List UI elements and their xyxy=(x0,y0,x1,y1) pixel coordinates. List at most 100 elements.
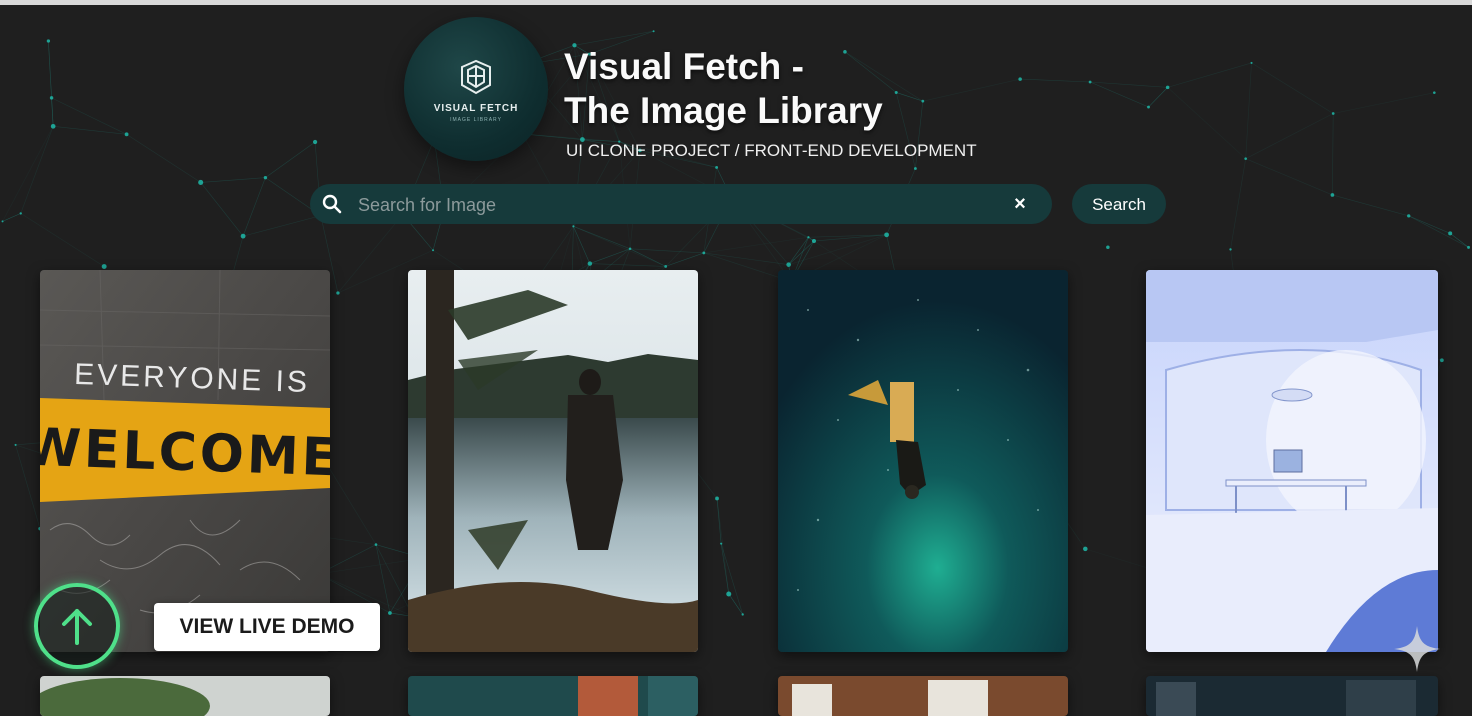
brick-building-image xyxy=(778,676,1068,716)
network-node xyxy=(263,175,268,180)
network-node xyxy=(664,264,668,268)
network-node xyxy=(1330,193,1335,197)
network-node xyxy=(884,232,889,238)
network-line xyxy=(51,97,127,135)
network-node xyxy=(50,123,56,129)
network-node xyxy=(1433,91,1436,94)
network-node xyxy=(921,99,925,103)
page-title-line-2: The Image Library xyxy=(564,90,883,131)
teal-street-image xyxy=(408,676,698,716)
network-node xyxy=(913,167,917,170)
network-line xyxy=(1167,87,1246,159)
scroll-top-button[interactable] xyxy=(34,583,120,669)
network-line xyxy=(53,126,127,135)
network-line xyxy=(20,126,54,214)
network-node xyxy=(1331,112,1335,115)
network-line xyxy=(200,177,266,183)
underwater-diver-image xyxy=(778,270,1068,652)
network-node xyxy=(1018,77,1022,81)
network-line xyxy=(126,134,201,183)
network-node xyxy=(807,236,810,239)
network-line xyxy=(1020,78,1091,83)
network-line xyxy=(15,444,41,529)
page-subtitle: UI CLONE PROJECT / FRONT-END DEVELOPMENT xyxy=(566,141,977,160)
network-line xyxy=(896,92,923,102)
network-line xyxy=(51,97,54,127)
network-line xyxy=(788,237,809,265)
network-line xyxy=(200,182,244,237)
futuristic-room-image xyxy=(1146,270,1438,652)
network-node xyxy=(843,50,847,54)
sparkle-icon xyxy=(1394,626,1440,672)
network-line xyxy=(716,498,730,595)
network-line xyxy=(728,593,743,615)
network-line xyxy=(1245,62,1252,159)
network-node xyxy=(124,132,129,137)
image-card-street-partial[interactable] xyxy=(408,676,698,716)
network-line xyxy=(1333,92,1435,114)
search-icon xyxy=(322,194,342,214)
logo-subtext: IMAGE LIBRARY xyxy=(450,117,502,123)
network-line xyxy=(574,30,654,46)
network-line xyxy=(1245,113,1334,159)
network-line xyxy=(589,263,666,267)
network-node xyxy=(720,542,723,545)
network-node xyxy=(572,225,575,228)
network-line xyxy=(1089,81,1149,108)
network-node xyxy=(1448,231,1453,236)
network-line xyxy=(720,543,743,615)
network-line xyxy=(243,215,321,237)
network-line xyxy=(703,236,809,254)
network-node xyxy=(652,30,655,33)
network-node xyxy=(19,212,22,215)
network-line xyxy=(1167,62,1252,88)
network-line xyxy=(573,226,666,267)
network-node xyxy=(1244,157,1248,161)
network-node xyxy=(628,247,632,251)
network-node xyxy=(1407,214,1411,218)
network-node xyxy=(374,543,378,546)
city-night-image xyxy=(1146,676,1438,716)
network-node xyxy=(702,251,706,255)
page-title-line-1: Visual Fetch - xyxy=(564,46,804,87)
image-card-tree-partial[interactable] xyxy=(40,676,330,716)
network-node xyxy=(336,291,340,295)
image-card-building-partial[interactable] xyxy=(778,676,1068,716)
network-line xyxy=(265,141,316,178)
clear-icon[interactable]: × xyxy=(1010,194,1030,214)
image-card-lake[interactable] xyxy=(408,270,698,652)
network-line xyxy=(2,126,54,222)
network-line xyxy=(1251,62,1334,114)
lake-silhouette-image xyxy=(408,270,698,652)
network-node xyxy=(432,249,435,252)
logo[interactable]: VISUAL FETCH IMAGE LIBRARY xyxy=(404,17,548,161)
search-button[interactable]: Search xyxy=(1072,184,1166,224)
network-node xyxy=(1088,80,1092,84)
network-node xyxy=(240,233,246,239)
view-live-demo-button[interactable]: VIEW LIVE DEMO xyxy=(154,603,380,651)
network-node xyxy=(1439,358,1444,363)
network-line xyxy=(1449,233,1469,248)
network-node xyxy=(101,264,107,269)
image-card-underwater[interactable] xyxy=(778,270,1068,652)
network-line xyxy=(1148,87,1168,108)
network-line xyxy=(1245,158,1333,196)
network-node xyxy=(726,591,732,597)
image-card-room[interactable] xyxy=(1146,270,1438,652)
network-line xyxy=(20,213,105,267)
search-input[interactable] xyxy=(356,190,1000,220)
image-card-city-partial[interactable] xyxy=(1146,676,1438,716)
network-node xyxy=(894,90,898,94)
network-node xyxy=(1467,245,1471,249)
tree-image xyxy=(40,676,330,716)
search-bar: × xyxy=(310,184,1052,224)
logo-text: VISUAL FETCH xyxy=(433,103,519,114)
network-node xyxy=(786,262,791,267)
network-line xyxy=(703,252,789,265)
network-line xyxy=(1090,81,1168,88)
logo-mark-icon xyxy=(461,59,491,95)
network-line xyxy=(630,248,704,254)
network-line xyxy=(589,248,631,264)
network-node xyxy=(49,96,54,100)
network-node xyxy=(715,496,719,501)
